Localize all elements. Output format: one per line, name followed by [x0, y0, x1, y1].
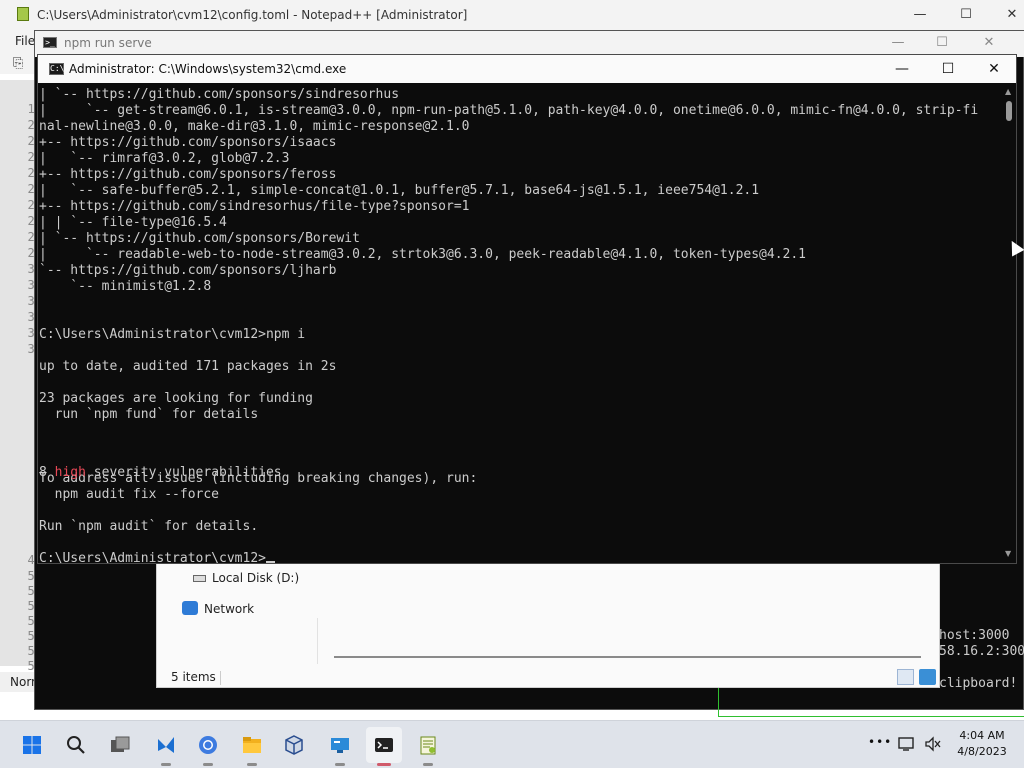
status-item-count: 5 items	[171, 670, 216, 684]
scroll-thumb[interactable]	[1006, 101, 1012, 121]
nav-local-disk-d[interactable]: Local Disk (D:)	[212, 571, 299, 585]
console-line: | `-- readable-web-to-node-stream@3.0.2,…	[39, 247, 807, 262]
notepadpp-title: C:\Users\Administrator\cvm12\config.toml…	[37, 8, 468, 22]
scroll-down-arrow-icon[interactable]: ▼	[1005, 549, 1011, 558]
console-line: | `-- https://github.com/sponsors/Borewi…	[39, 231, 360, 246]
nav-network[interactable]: Network	[204, 602, 254, 616]
terminal-icon: C:\	[49, 63, 65, 75]
close-button[interactable]: ✕	[989, 0, 1024, 30]
console-line: | `-- https://github.com/sponsors/sindre…	[39, 87, 400, 102]
search-icon	[67, 736, 85, 754]
status-separator	[220, 671, 221, 685]
new-file-icon[interactable]: ⎘	[13, 56, 23, 71]
console-line: +-- https://github.com/sponsors/isaacs	[39, 135, 337, 150]
console-line: up to date, audited 171 packages in 2s	[39, 359, 337, 374]
vertical-scrollbar[interactable]: ▲ ▼	[1002, 84, 1016, 563]
notepadpp-icon	[420, 736, 436, 755]
taskbar-app-terminal[interactable]	[366, 727, 402, 766]
console-line: run `npm fund` for details	[39, 407, 259, 422]
clock-time[interactable]: 4:04 AM	[950, 729, 1014, 742]
drive-icon	[193, 575, 206, 582]
console-line: | `-- get-stream@6.0.1, is-stream@3.0.0,…	[39, 103, 979, 118]
taskbar: ••• 4:04 AM 4/8/2023	[0, 720, 1024, 768]
vulnerability-line: 8 high severity vulnerabilities	[39, 465, 282, 480]
pane-divider	[317, 618, 318, 664]
console-line: | `-- rimraf@3.0.2, glob@7.2.3	[39, 151, 290, 166]
virtualbox-icon	[285, 735, 303, 755]
taskbar-app-file-explorer[interactable]	[234, 727, 270, 766]
vs-code-like-icon	[158, 737, 174, 753]
taskbar-app-chrome[interactable]	[190, 727, 226, 766]
scroll-up-arrow-icon[interactable]: ▲	[1005, 87, 1011, 96]
npm-window-title: npm run serve	[64, 36, 152, 50]
cmd-window: C:\ Administrator: C:\Windows\system32\c…	[37, 54, 1017, 564]
console-line: | | `-- file-type@16.5.4	[39, 215, 227, 230]
text-cursor	[265, 561, 275, 563]
cmd-titlebar[interactable]: C:\ Administrator: C:\Windows\system32\c…	[38, 55, 1016, 83]
severity-high: high	[54, 465, 86, 480]
close-button[interactable]: ✕	[971, 55, 1017, 83]
network-status-icon[interactable]	[898, 736, 916, 752]
taskbar-app-remote-desktop[interactable]	[322, 727, 358, 766]
console-line: +-- https://github.com/sponsors/feross	[39, 167, 337, 182]
clock-date[interactable]: 4/8/2023	[950, 745, 1014, 758]
console-line: 23 packages are looking for funding	[39, 391, 313, 406]
task-view-icon	[111, 736, 130, 752]
taskbar-app-notepadpp[interactable]	[410, 727, 446, 766]
console-line: C:\Users\Administrator\cvm12>	[39, 551, 275, 564]
file-explorer-icon	[243, 737, 261, 753]
notepadpp-icon	[17, 7, 29, 21]
tiles-view-icon[interactable]	[919, 669, 936, 685]
console-line: C:\Users\Administrator\cvm12>npm i	[39, 327, 306, 342]
console-line: `-- https://github.com/sponsors/ljharb	[39, 263, 337, 278]
start-button[interactable]	[14, 727, 50, 763]
taskbar-app-vscode[interactable]	[148, 727, 184, 766]
chrome-icon	[199, 736, 217, 754]
minimize-button[interactable]: —	[879, 55, 925, 83]
file-explorer-window: Local Disk (D:) Network 5 items	[156, 562, 940, 688]
console-output[interactable]: | `-- https://github.com/sponsors/sindre…	[39, 84, 1001, 564]
console-line: npm audit fix --force	[39, 487, 220, 502]
start-icon	[23, 736, 41, 754]
horizontal-scrollbar[interactable]	[334, 656, 921, 658]
menu-file[interactable]: File	[15, 34, 35, 48]
console-line: `-- minimist@1.2.8	[39, 279, 212, 294]
minimize-button[interactable]: —	[897, 0, 943, 30]
task-view-button[interactable]	[102, 727, 138, 763]
notepadpp-titlebar[interactable]: C:\Users\Administrator\cvm12\config.toml…	[0, 0, 1024, 30]
console-line: Run `npm audit` for details.	[39, 519, 259, 534]
tray-overflow-icon[interactable]: •••	[868, 735, 892, 749]
cmd-title: Administrator: C:\Windows\system32\cmd.e…	[69, 62, 347, 76]
network-icon	[182, 601, 198, 615]
search-button[interactable]	[58, 727, 94, 763]
console-line: +-- https://github.com/sindresorhus/file…	[39, 199, 470, 214]
console-line: | `-- safe-buffer@5.2.1, simple-concat@1…	[39, 183, 760, 198]
maximize-button[interactable]: ☐	[925, 55, 971, 83]
taskbar-app-virtualbox[interactable]	[276, 727, 312, 763]
maximize-button[interactable]: ☐	[943, 0, 989, 30]
terminal-icon	[375, 738, 393, 752]
volume-muted-icon[interactable]	[924, 736, 942, 752]
terminal-icon: >_	[43, 37, 57, 48]
remote-desktop-icon	[331, 738, 349, 753]
details-view-icon[interactable]	[897, 669, 914, 685]
console-line: nal-newline@3.0.0, make-dir@3.1.0, mimic…	[39, 119, 470, 134]
